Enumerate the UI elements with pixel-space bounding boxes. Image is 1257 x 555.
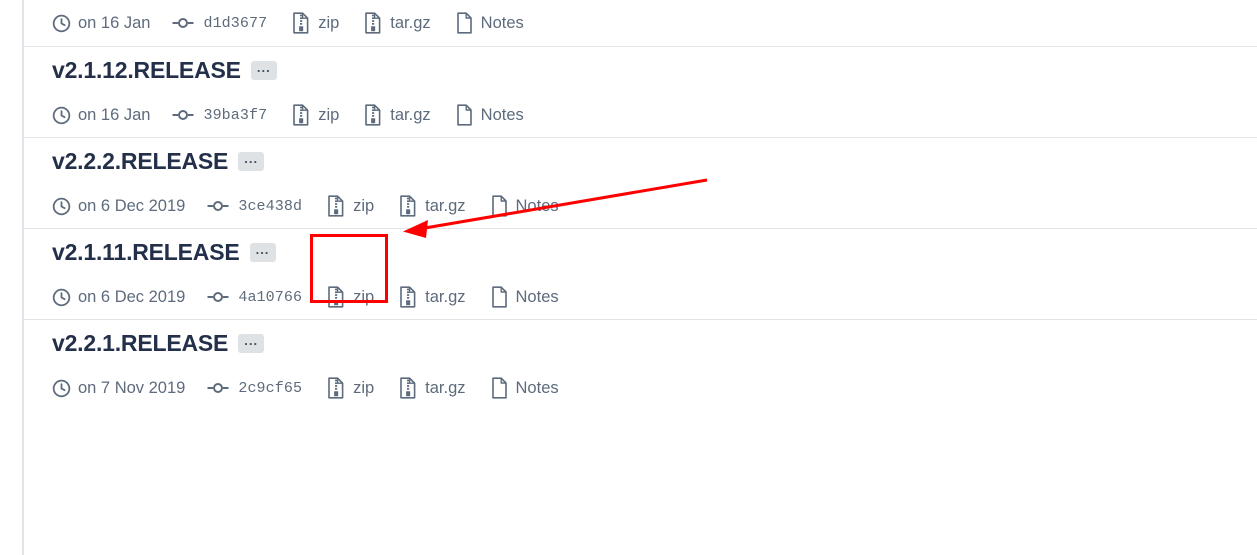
release-asset-notes[interactable]: Notes — [491, 195, 559, 217]
release-meta-line: on 16 Jan d1d3677 zip tar.gz Notes — [24, 0, 1257, 46]
release-asset-zip-label: zip — [318, 105, 340, 124]
release-asset-notes[interactable]: Notes — [456, 12, 524, 34]
release-title[interactable]: v2.2.1.RELEASE — [52, 330, 228, 357]
file-zip-icon — [292, 104, 310, 126]
release-row: on 16 Jan d1d3677 zip tar.gz Notes — [24, 0, 1257, 46]
file-zip-icon — [399, 195, 417, 217]
release-date-label: on 6 Dec 2019 — [78, 287, 186, 306]
release-title[interactable]: v2.2.2.RELEASE — [52, 148, 228, 175]
file-zip-icon — [399, 377, 417, 399]
release-asset-notes-label: Notes — [480, 13, 524, 32]
release-commit[interactable]: 3ce438d — [207, 198, 302, 215]
clock-icon — [52, 197, 71, 216]
release-commit-hash: 3ce438d — [238, 197, 303, 215]
release-date: on 16 Jan — [52, 106, 150, 125]
commit-node-icon — [207, 198, 229, 214]
commit-node-icon — [172, 107, 194, 123]
release-date: on 7 Nov 2019 — [52, 379, 185, 398]
file-zip-icon — [364, 12, 382, 34]
release-title-line: v2.2.2.RELEASE ... — [24, 138, 1257, 184]
file-zip-icon — [292, 12, 310, 34]
clock-icon — [52, 288, 71, 307]
release-asset-targz[interactable]: tar.gz — [364, 104, 431, 126]
release-date-label: on 16 Jan — [78, 13, 151, 32]
release-meta-line: on 7 Nov 2019 2c9cf65 zip tar.gz Notes — [24, 366, 1257, 410]
release-asset-targz[interactable]: tar.gz — [364, 12, 431, 34]
release-asset-zip-label: zip — [353, 378, 375, 397]
commit-node-icon — [207, 289, 229, 305]
clock-icon — [52, 106, 71, 125]
release-asset-notes-label: Notes — [515, 287, 559, 306]
release-asset-zip[interactable]: zip — [327, 286, 374, 308]
release-commit-hash: 2c9cf65 — [238, 379, 303, 397]
release-commit-hash: d1d3677 — [203, 14, 268, 32]
kebab-ellipsis-badge[interactable]: ... — [238, 333, 265, 353]
release-asset-zip[interactable]: zip — [292, 12, 339, 34]
release-row: v2.1.12.RELEASE ... on 16 Jan 39ba3f7 zi… — [24, 46, 1257, 137]
clock-icon — [52, 14, 71, 33]
release-asset-targz[interactable]: tar.gz — [399, 195, 466, 217]
release-asset-zip-label: zip — [353, 196, 375, 215]
release-asset-zip-label: zip — [318, 13, 340, 32]
release-asset-notes-label: Notes — [480, 105, 524, 124]
release-asset-targz-label: tar.gz — [390, 13, 431, 32]
file-notes-icon — [456, 104, 473, 126]
file-notes-icon — [491, 377, 508, 399]
release-date: on 6 Dec 2019 — [52, 197, 185, 216]
file-notes-icon — [456, 12, 473, 34]
release-date: on 6 Dec 2019 — [52, 288, 185, 307]
release-asset-notes-label: Notes — [515, 378, 559, 397]
release-asset-targz-label: tar.gz — [390, 105, 431, 124]
release-title-line: v2.1.11.RELEASE ... — [24, 229, 1257, 275]
release-title-line: v2.1.12.RELEASE ... — [24, 47, 1257, 93]
release-commit[interactable]: d1d3677 — [172, 15, 267, 32]
release-row: v2.2.1.RELEASE ... on 7 Nov 2019 2c9cf65… — [24, 319, 1257, 410]
release-date: on 16 Jan — [52, 14, 150, 33]
clock-icon — [52, 379, 71, 398]
kebab-ellipsis-badge[interactable]: ... — [249, 242, 276, 262]
release-row: v2.2.2.RELEASE ... on 6 Dec 2019 3ce438d… — [24, 137, 1257, 228]
file-notes-icon — [491, 195, 508, 217]
release-meta-line: on 16 Jan 39ba3f7 zip tar.gz Notes — [24, 93, 1257, 137]
release-asset-notes[interactable]: Notes — [491, 286, 559, 308]
file-zip-icon — [364, 104, 382, 126]
release-commit[interactable]: 2c9cf65 — [207, 380, 302, 397]
release-asset-zip[interactable]: zip — [327, 377, 374, 399]
releases-list: on 16 Jan d1d3677 zip tar.gz Notes v2.1.… — [0, 0, 1257, 555]
release-title-line: v2.2.1.RELEASE ... — [24, 320, 1257, 366]
release-asset-targz-label: tar.gz — [425, 378, 466, 397]
release-asset-targz[interactable]: tar.gz — [399, 286, 466, 308]
release-asset-targz-label: tar.gz — [425, 196, 466, 215]
release-meta-line: on 6 Dec 2019 4a10766 zip tar.gz Notes — [24, 275, 1257, 319]
release-commit[interactable]: 4a10766 — [207, 289, 302, 306]
release-asset-targz-label: tar.gz — [425, 287, 466, 306]
release-asset-notes[interactable]: Notes — [491, 377, 559, 399]
release-title[interactable]: v2.1.11.RELEASE — [52, 239, 240, 266]
file-zip-icon — [327, 377, 345, 399]
commit-node-icon — [172, 15, 194, 31]
kebab-ellipsis-badge[interactable]: ... — [250, 60, 277, 80]
release-date-label: on 16 Jan — [78, 105, 151, 124]
commit-node-icon — [207, 380, 229, 396]
release-title[interactable]: v2.1.12.RELEASE — [52, 57, 241, 84]
release-asset-notes-label: Notes — [515, 196, 559, 215]
release-commit-hash: 4a10766 — [238, 288, 303, 306]
release-asset-targz[interactable]: tar.gz — [399, 377, 466, 399]
release-asset-zip-label: zip — [353, 287, 375, 306]
release-date-label: on 7 Nov 2019 — [78, 378, 186, 397]
release-asset-notes[interactable]: Notes — [456, 104, 524, 126]
release-date-label: on 6 Dec 2019 — [78, 196, 186, 215]
release-asset-zip[interactable]: zip — [327, 195, 374, 217]
release-commit[interactable]: 39ba3f7 — [172, 107, 267, 124]
release-commit-hash: 39ba3f7 — [203, 106, 268, 124]
file-zip-icon — [327, 195, 345, 217]
kebab-ellipsis-badge[interactable]: ... — [238, 151, 265, 171]
release-row: v2.1.11.RELEASE ... on 6 Dec 2019 4a1076… — [24, 228, 1257, 319]
release-asset-zip[interactable]: zip — [292, 104, 339, 126]
file-zip-icon — [399, 286, 417, 308]
release-meta-line: on 6 Dec 2019 3ce438d zip tar.gz Notes — [24, 184, 1257, 228]
file-zip-icon — [327, 286, 345, 308]
file-notes-icon — [491, 286, 508, 308]
